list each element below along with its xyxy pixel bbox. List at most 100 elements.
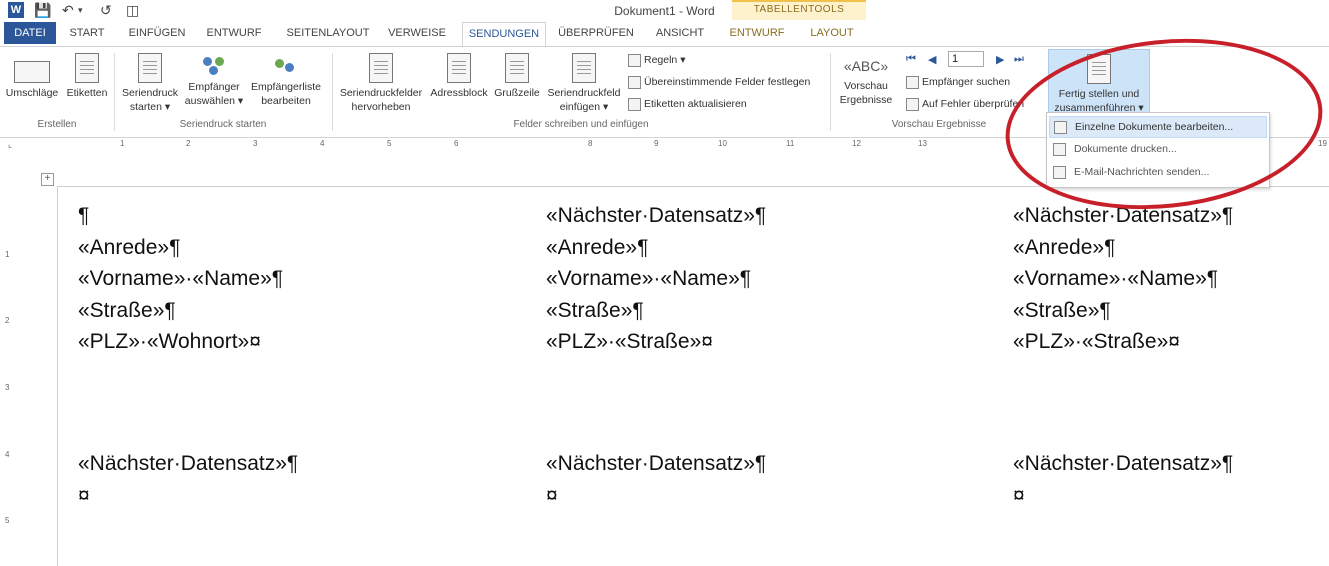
vertical-ruler[interactable]: 1 2 3 4 5 (0, 186, 14, 566)
empfaengerliste-bearbeiten-button[interactable]: Empfängerliste bearbeiten (246, 53, 326, 108)
ruler-number: 4 (320, 139, 325, 148)
label-line: ¤ (1013, 483, 1025, 507)
document-title: Dokument1 - Word (614, 4, 715, 18)
etiketten-akt-label: Etiketten aktualisieren (644, 98, 747, 110)
seriendruck-label-2: starten (129, 101, 162, 113)
hervorheben-label-1: Seriendruckfelder (339, 87, 423, 99)
vruler-number: 3 (5, 383, 10, 392)
next-record-icon[interactable]: ▶ (996, 53, 1004, 66)
label-line: «PLZ»·«Wohnort»¤ (78, 330, 261, 353)
group-separator (830, 53, 831, 131)
ruler-number: 5 (387, 139, 392, 148)
liste-label-2: bearbeiten (261, 95, 311, 107)
seriendruckfeld-einfuegen-button[interactable]: Seriendruckfeld einfügen ▾ (544, 53, 624, 114)
tab-ueberpruefen[interactable]: ÜBERPRÜFEN (554, 22, 638, 44)
vruler-number: 4 (5, 450, 10, 459)
empfaenger-suchen-button[interactable]: Empfänger suchen (906, 75, 1010, 89)
regeln-button[interactable]: Regeln ▾ (628, 53, 685, 67)
empfaenger-auswaehlen-button[interactable]: Empfänger auswählen ▾ (182, 53, 246, 108)
seriendruckfelder-hervorheben-button[interactable]: Seriendruckfelder hervorheben (336, 53, 426, 114)
tab-seitenlayout[interactable]: SEITENLAYOUT (280, 22, 376, 44)
label-line: «Nächster·Datensatz»¶ (546, 452, 767, 475)
seriendruck-starten-button[interactable]: Seriendruck starten ▾ (118, 53, 182, 114)
label-line: «PLZ»·«Straße»¤ (1013, 330, 1180, 353)
mail-merge-icon (138, 53, 162, 83)
greeting-line-icon (505, 53, 529, 83)
label-cell[interactable]: «Nächster·Datensatz»¶ «Anrede»¶ «Vorname… (546, 200, 766, 358)
tab-sendungen[interactable]: SENDUNGEN (462, 22, 546, 46)
group-separator (114, 53, 115, 131)
previous-record-icon[interactable]: ◀ (928, 53, 936, 66)
chevron-down-icon: ▾ (680, 54, 686, 66)
tab-datei[interactable]: DATEI (4, 22, 56, 44)
ruler-number: 11 (786, 139, 795, 148)
ruler-number: 10 (718, 139, 727, 148)
auf-fehler-label: Auf Fehler überprüfen (922, 98, 1025, 110)
empfaenger-label-2: auswählen (184, 95, 235, 107)
tab-tabelle-layout[interactable]: LAYOUT (800, 22, 864, 44)
umschlaege-label: Umschläge (5, 87, 59, 99)
feld-label-2: einfügen (559, 101, 601, 113)
uebereinstimmende-felder-button[interactable]: Übereinstimmende Felder festlegen (628, 75, 810, 89)
page-left-edge (57, 186, 58, 566)
etiketten-aktualisieren-button[interactable]: Etiketten aktualisieren (628, 97, 747, 111)
envelope-icon (14, 61, 50, 83)
edit-recipients-icon (271, 53, 301, 77)
tab-einfuegen[interactable]: EINFÜGEN (124, 22, 190, 44)
umschlaege-button[interactable]: Umschläge (4, 53, 60, 100)
label-cell[interactable]: «Nächster·Datensatz»¶ ¤ (78, 448, 298, 511)
label-cell[interactable]: ¶ «Anrede»¶ «Vorname»·«Name»¶ «Straße»¶ … (78, 200, 283, 358)
uebereinstimmende-label: Übereinstimmende Felder festlegen (644, 76, 811, 88)
label-cell[interactable]: «Nächster·Datensatz»¶ «Anrede»¶ «Vorname… (1013, 200, 1233, 358)
table-move-handle-icon[interactable]: + (41, 173, 54, 186)
ruler-number: 12 (852, 139, 861, 148)
tab-verweise[interactable]: VERWEISE (384, 22, 450, 44)
label-line: «Straße»¶ (78, 298, 176, 322)
label-cell[interactable]: «Nächster·Datensatz»¶ ¤ (1013, 448, 1233, 511)
group-label-felder: Felder schreiben und einfügen (513, 119, 649, 130)
liste-label-1: Empfängerliste (250, 81, 322, 93)
vruler-number: 1 (5, 250, 10, 259)
ribbon-tabs: DATEI START EINFÜGEN ENTWURF SEITENLAYOU… (0, 22, 1329, 46)
hervorheben-label-2: hervorheben (351, 101, 411, 113)
rules-icon (628, 53, 641, 67)
label-line: «Nächster·Datensatz»¶ (1013, 452, 1234, 475)
table-tools-context-label: TABELLENTOOLS (732, 0, 866, 20)
ruler-number: 2 (186, 139, 191, 148)
tab-ansicht[interactable]: ANSICHT (648, 22, 712, 44)
label-line: «Anrede»¶ (1013, 235, 1116, 259)
label-line: «Straße»¶ (1013, 298, 1111, 322)
regeln-label: Regeln (644, 54, 678, 66)
auf-fehler-ueberpruefen-button[interactable]: Auf Fehler überprüfen (906, 97, 1024, 111)
grusszeile-label: Grußzeile (494, 87, 540, 99)
chevron-down-icon: ▾ (237, 95, 244, 107)
preview-icon: «ABC» (843, 58, 889, 74)
first-record-icon[interactable]: ⏮ (906, 53, 916, 66)
etiketten-button[interactable]: Etiketten (62, 53, 112, 100)
check-errors-icon (906, 97, 919, 111)
label-line: «Vorname»·«Name»¶ (1013, 267, 1219, 290)
vorschau-ergebnisse-button[interactable]: «ABC» Vorschau Ergebnisse (836, 53, 896, 107)
label-line: «Anrede»¶ (546, 235, 649, 259)
grusszeile-button[interactable]: Grußzeile (492, 53, 542, 100)
label-line: «Nächster·Datensatz»¶ (78, 452, 299, 475)
tab-tabelle-entwurf[interactable]: ENTWURF (724, 22, 790, 44)
label-line: «PLZ»·«Straße»¤ (546, 330, 713, 353)
highlight-fields-icon (369, 53, 393, 83)
record-number-input[interactable]: 1 (948, 51, 984, 67)
labels-icon (75, 53, 99, 83)
update-labels-icon (628, 97, 641, 111)
vruler-number: 2 (5, 316, 10, 325)
adressblock-button[interactable]: Adressblock (428, 53, 490, 100)
tab-start[interactable]: START (62, 22, 112, 44)
label-line: «Straße»¶ (546, 298, 644, 322)
tab-entwurf[interactable]: ENTWURF (202, 22, 266, 44)
chevron-down-icon: ▾ (164, 101, 171, 113)
label-cell[interactable]: «Nächster·Datensatz»¶ ¤ (546, 448, 766, 511)
tab-selector-icon[interactable]: ⌞ (8, 139, 12, 150)
vorschau-label-1: Vorschau (844, 80, 888, 92)
ruler-number: 19 (1318, 139, 1327, 148)
chevron-down-icon: ▾ (602, 101, 609, 113)
adressblock-label: Adressblock (430, 87, 488, 99)
last-record-icon[interactable]: ⏭ (1014, 53, 1024, 66)
